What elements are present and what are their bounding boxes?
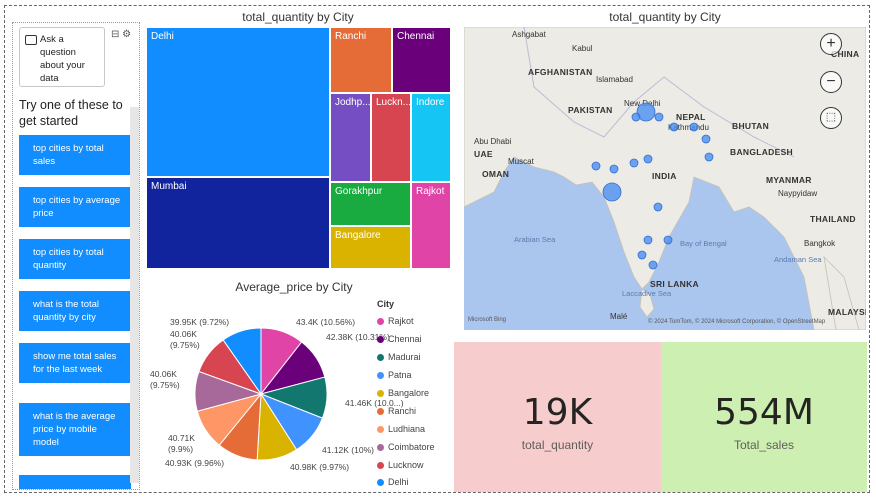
map-title: total_quantity by City (609, 10, 721, 24)
map-bubble[interactable] (663, 235, 673, 245)
pie-label: 40.93K (9.96%) (165, 458, 225, 468)
map-bubble[interactable] (669, 122, 679, 132)
legend-title: City (377, 299, 395, 309)
pie-chart (194, 327, 328, 461)
pie-label: 41.12K (10%) (322, 445, 374, 455)
city-map[interactable]: Ashgabat Kabul CHINA AFGHANISTAN Islamab… (464, 27, 866, 330)
treemap-cell-lucknow[interactable]: Luckn... (371, 93, 411, 182)
kpi-label: total_quantity (521, 438, 594, 452)
qa-intro-text: Try one of these to get started (19, 98, 123, 128)
kpi-label: Total_sales (733, 438, 795, 452)
qa-suggestion[interactable]: top cities by average price (19, 187, 131, 227)
legend-item[interactable]: Bangalore (377, 388, 429, 398)
qa-ask-input[interactable]: Ask a question about your data (19, 27, 105, 87)
map-bubble[interactable] (654, 112, 664, 122)
treemap-cell-chennai[interactable]: Chennai (392, 27, 451, 93)
bing-logo: Microsoft Bing (468, 317, 507, 323)
qa-scrollbar[interactable] (130, 107, 139, 483)
qa-suggestion-partial[interactable] (19, 475, 131, 489)
select-area-button[interactable]: ⬚ (820, 107, 842, 129)
pie-label: 40.98K (9.97%) (290, 462, 350, 472)
qa-panel: Ask a question about your data ⊟ ⚙ Try o… (12, 22, 140, 490)
kpi-value: 19K (522, 392, 593, 433)
treemap-cell-gorakhpur[interactable]: Gorakhpur (330, 182, 411, 226)
pie-label: 40.71K (9.9%) (168, 433, 195, 454)
pie-label: 40.06K (9.75%) (150, 369, 180, 390)
map-bubble[interactable] (637, 250, 647, 260)
qa-suggestion[interactable]: what is the average price by mobile mode… (19, 403, 131, 456)
qa-suggestion[interactable]: top cities by total sales (19, 135, 131, 175)
treemap-cell-indore[interactable]: Indore (411, 93, 451, 182)
kpi-card-sales: 554M Total_sales (661, 342, 867, 492)
legend-item[interactable]: Coimbatore (377, 442, 435, 452)
kpi-card-quantity: 19K total_quantity (454, 342, 661, 492)
qa-toolbar: ⊟ ⚙ (111, 29, 131, 40)
pie-label: 40.06K (9.75%) (170, 329, 200, 350)
map-bubble[interactable] (591, 161, 601, 171)
legend-item[interactable]: Lucknow (377, 460, 424, 470)
flow-icon[interactable]: ⊟ (111, 29, 119, 40)
map-bubble[interactable] (629, 158, 639, 168)
qa-suggestion[interactable]: what is the total quantity by city (19, 291, 131, 331)
pie-label: 39.95K (9.72%) (170, 317, 230, 327)
legend-item[interactable]: Patna (377, 370, 412, 380)
map-bubble[interactable] (653, 202, 663, 212)
map-bubble[interactable] (689, 122, 699, 132)
legend-item[interactable]: Madurai (377, 352, 421, 362)
qa-ask-text: Ask a question about your data (40, 34, 85, 84)
legend-item[interactable]: Delhi (377, 477, 409, 487)
legend-item[interactable]: Ludhiana (377, 424, 425, 434)
zoom-out-button[interactable]: − (820, 71, 842, 93)
legend-item[interactable]: Chennai (377, 334, 422, 344)
map-bubble[interactable] (704, 152, 714, 162)
map-bubble[interactable] (643, 154, 653, 164)
map-bubble[interactable] (602, 182, 622, 202)
map-bubble[interactable] (701, 134, 711, 144)
pie-label: 43.4K (10.56%) (296, 317, 356, 327)
kpi-value: 554M (714, 392, 814, 433)
map-bubble[interactable] (609, 164, 619, 174)
speech-bubble-icon (25, 35, 37, 45)
pie-title: Average_price by City (235, 280, 353, 294)
qa-suggestion[interactable]: show me total sales for the last week (19, 343, 131, 383)
legend-item[interactable]: Rajkot (377, 316, 414, 326)
treemap-cell-jodhpur[interactable]: Jodhp... (330, 93, 371, 182)
treemap-cell-delhi[interactable]: Delhi (146, 27, 330, 177)
treemap-cell-ranchi[interactable]: Ranchi (330, 27, 392, 93)
map-bubbles (591, 102, 714, 270)
map-bubble[interactable] (648, 260, 658, 270)
map-bubble[interactable] (643, 235, 653, 245)
map-attribution: © 2024 TomTom, © 2024 Microsoft Corporat… (648, 319, 826, 325)
treemap-cell-mumbai[interactable]: Mumbai (146, 177, 330, 269)
zoom-in-button[interactable]: + (820, 33, 842, 55)
qa-suggestion[interactable]: top cities by total quantity (19, 239, 131, 279)
treemap-title: total_quantity by City (242, 10, 354, 24)
legend-item[interactable]: Ranchi (377, 406, 416, 416)
map-bubble[interactable] (631, 112, 641, 122)
treemap-cell-bangalore[interactable]: Bangalore (330, 226, 411, 269)
treemap-cell-rajkot[interactable]: Rajkot (411, 182, 451, 269)
gear-icon[interactable]: ⚙ (122, 29, 131, 40)
